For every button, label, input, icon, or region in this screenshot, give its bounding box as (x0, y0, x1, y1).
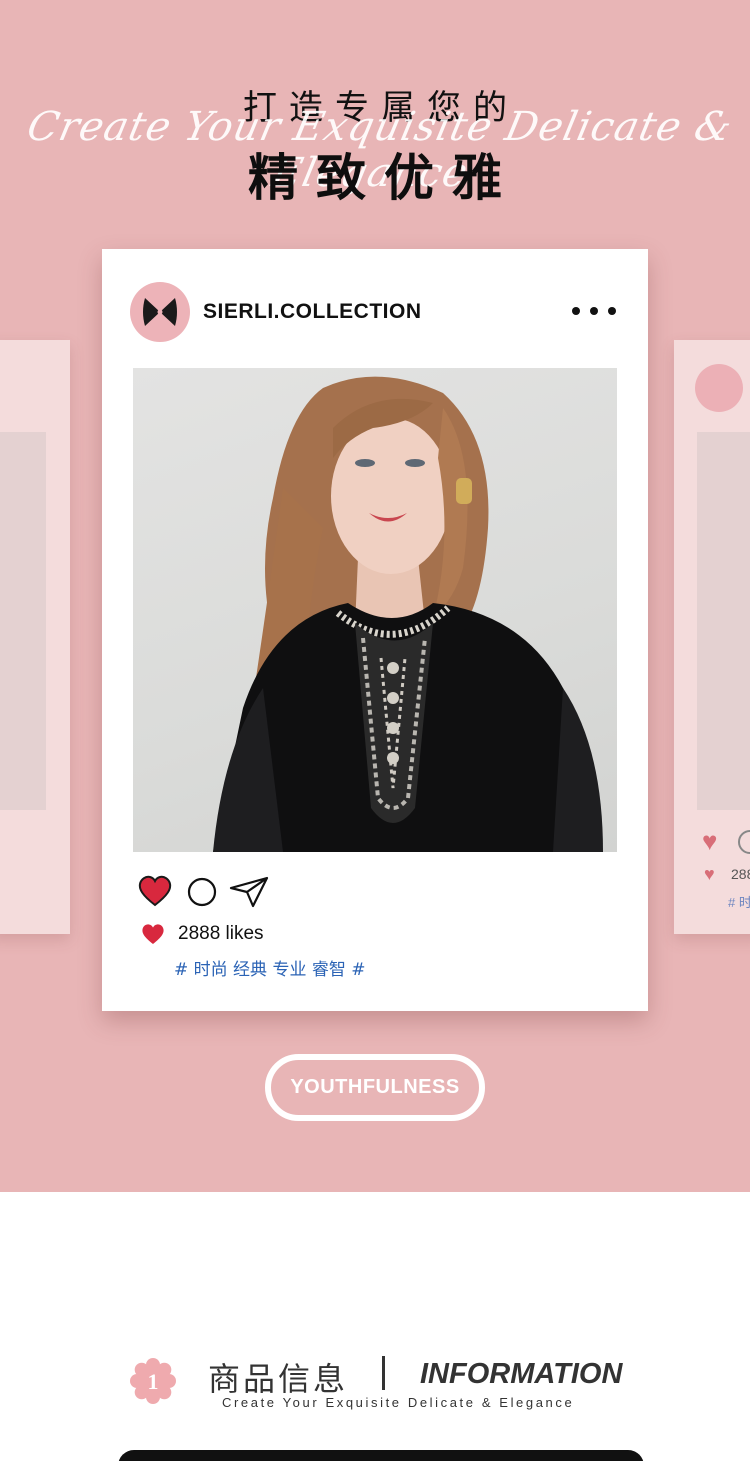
flower-badge-icon: 1 (130, 1358, 176, 1404)
heart-icon: ♥ (702, 826, 718, 856)
section-title-en: INFORMATION (420, 1358, 623, 1390)
headline-main: 精致优雅 (248, 149, 520, 207)
hero-section: 打造专属您的 Create Your Exquisite Delicate & … (0, 0, 750, 1192)
hashtags: # 时 (728, 895, 750, 910)
info-section-header: 1 商品信息 INFORMATION Create Your Exquisite… (0, 1348, 750, 1418)
section-title-cn: 商品信息 (208, 1360, 349, 1398)
more-icon[interactable] (572, 301, 616, 321)
youthfulness-button[interactable]: YOUTHFULNESS (265, 1054, 485, 1121)
section-subtitle: Create Your Exquisite Delicate & Eleganc… (222, 1395, 575, 1410)
info-panel-top (118, 1450, 644, 1461)
share-icon[interactable] (229, 876, 269, 908)
heart-icon (142, 924, 164, 944)
avatar[interactable] (130, 282, 190, 342)
username[interactable]: SIERLI.COLLECTION (203, 300, 422, 324)
comment-icon[interactable] (187, 877, 217, 907)
side-card-left[interactable] (0, 340, 70, 934)
likes-row: 2888 likes (141, 921, 264, 947)
post-image (133, 368, 617, 852)
likes-count: 2888 likes (178, 923, 264, 944)
likes-count: 288 (731, 866, 750, 882)
comment-icon (738, 830, 750, 854)
heart-icon[interactable] (138, 875, 172, 907)
post-card: SIERLI.COLLECTION 2888 likes # 时尚 经典 专业 … (102, 249, 648, 1011)
post-actions (138, 875, 278, 909)
side-card-image (0, 432, 46, 810)
hashtags[interactable]: # 时尚 经典 专业 睿智 # (174, 955, 366, 980)
badge-number: 1 (148, 1369, 159, 1394)
heart-icon: ♥ (704, 864, 715, 884)
side-card-image (697, 432, 750, 810)
side-card-right[interactable]: ♥ ♥ 288 # 时 (674, 340, 750, 934)
divider (382, 1356, 385, 1390)
brand-logo-icon (143, 298, 177, 326)
avatar (695, 364, 743, 412)
